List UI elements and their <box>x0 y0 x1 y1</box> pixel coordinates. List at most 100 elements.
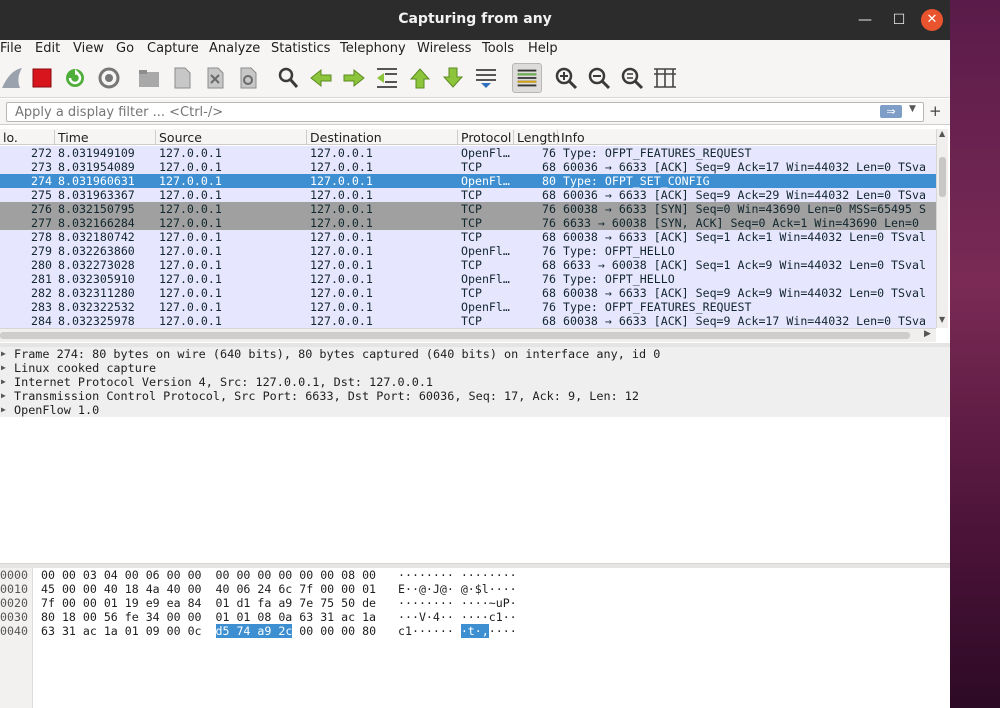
packet-time: 8.032263860 <box>58 244 135 258</box>
find-packet-icon[interactable] <box>276 66 300 90</box>
go-to-packet-icon[interactable] <box>375 66 399 90</box>
expand-arrow-icon[interactable]: ▶ <box>1 389 6 403</box>
open-file-icon[interactable] <box>137 66 161 90</box>
go-last-icon[interactable] <box>441 66 465 90</box>
filter-history-dropdown-icon[interactable]: ▼ <box>909 104 916 114</box>
colorize-icon[interactable] <box>512 63 542 93</box>
window-title: Capturing from any <box>398 11 552 27</box>
packet-row[interactable]: 280 8.032273028 127.0.0.1 127.0.0.1 TCP 68 663… <box>0 258 936 272</box>
go-back-icon[interactable] <box>309 66 333 90</box>
column-header-info[interactable]: Info <box>558 130 936 145</box>
scrollbar-thumb[interactable] <box>939 157 946 197</box>
detail-row-linux-cooked[interactable]: ▶ Linux cooked capture <box>0 361 950 375</box>
packet-row[interactable]: 278 8.032180742 127.0.0.1 127.0.0.1 TCP 68 600… <box>0 230 936 244</box>
detail-row-frame[interactable]: ▶ Frame 274: 80 bytes on wire (640 bits),… <box>0 347 950 361</box>
zoom-normal-icon[interactable] <box>620 66 644 90</box>
menu-statistics[interactable]: Statistics <box>271 41 330 56</box>
packet-source: 127.0.0.1 <box>159 300 222 314</box>
packet-row[interactable]: 272 8.031949109 127.0.0.1 127.0.0.1 OpenFl… 7… <box>0 146 936 160</box>
expand-arrow-icon[interactable]: ▶ <box>1 403 6 417</box>
reload-file-icon[interactable] <box>236 66 260 90</box>
save-file-icon[interactable] <box>170 66 194 90</box>
packet-row[interactable]: 276 8.032150795 127.0.0.1 127.0.0.1 TCP 76 600… <box>0 202 936 216</box>
close-icon[interactable]: ✕ <box>921 9 943 31</box>
bytes-ascii[interactable]: c1······ ·t·,···· <box>398 624 517 638</box>
go-first-icon[interactable] <box>408 66 432 90</box>
packet-info: Type: OFPT_SET_CONFIG <box>563 174 710 188</box>
scroll-down-icon[interactable]: ▼ <box>939 315 945 324</box>
column-header-protocol[interactable]: Protocol <box>458 130 514 145</box>
packet-length: 68 <box>542 314 556 328</box>
packet-row[interactable]: 273 8.031954089 127.0.0.1 127.0.0.1 TCP 68 600… <box>0 160 936 174</box>
menu-telephony[interactable]: Telephony <box>340 41 406 56</box>
column-header-time[interactable]: Time <box>55 130 156 145</box>
packet-row[interactable]: 275 8.031963367 127.0.0.1 127.0.0.1 TCP 68 600… <box>0 188 936 202</box>
close-file-icon[interactable] <box>203 66 227 90</box>
autoscroll-icon[interactable] <box>474 66 498 90</box>
bytes-row[interactable]: 0020 7f 00 00 01 19 e9 ea 84 01 d1 fa a9… <box>0 596 517 610</box>
go-forward-icon[interactable] <box>342 66 366 90</box>
bytes-row[interactable]: 0030 80 18 00 56 fe 34 00 00 01 01 08 0a… <box>0 610 517 624</box>
packet-row[interactable]: 281 8.032305910 127.0.0.1 127.0.0.1 OpenFl… 7… <box>0 272 936 286</box>
packet-source: 127.0.0.1 <box>159 174 222 188</box>
menu-view[interactable]: View <box>73 41 104 56</box>
scroll-right-icon[interactable]: ▶ <box>924 329 931 339</box>
packet-source: 127.0.0.1 <box>159 188 222 202</box>
detail-row-tcp[interactable]: ▶ Transmission Control Protocol, Src Port… <box>0 389 950 403</box>
column-header-source[interactable]: Source <box>156 130 307 145</box>
packet-length: 68 <box>542 188 556 202</box>
packet-row[interactable]: 284 8.032325978 127.0.0.1 127.0.0.1 TCP 68 600… <box>0 314 936 328</box>
shark-fin-start-icon[interactable] <box>0 66 24 90</box>
add-filter-button[interactable]: + <box>929 102 942 120</box>
column-header-length[interactable]: Length <box>514 130 560 145</box>
menu-go[interactable]: Go <box>116 41 134 56</box>
packet-protocol: TCP <box>461 286 482 300</box>
packet-row[interactable]: 279 8.032263860 127.0.0.1 127.0.0.1 OpenFl… 7… <box>0 244 936 258</box>
resize-columns-icon[interactable] <box>653 66 677 90</box>
packet-row[interactable]: 274 8.031960631 127.0.0.1 127.0.0.1 OpenFl… 8… <box>0 174 936 188</box>
packet-protocol: TCP <box>461 230 482 244</box>
packet-list-horizontal-scrollbar[interactable]: ▶ <box>0 328 936 342</box>
expand-arrow-icon[interactable]: ▶ <box>1 347 6 361</box>
packet-row[interactable]: 283 8.032322532 127.0.0.1 127.0.0.1 OpenFl… 7… <box>0 300 936 314</box>
menu-capture[interactable]: Capture <box>147 41 199 56</box>
packet-list[interactable]: 272 8.031949109 127.0.0.1 127.0.0.1 OpenFl… 7… <box>0 146 936 328</box>
apply-filter-button[interactable]: ⇒ <box>880 105 902 118</box>
bytes-row[interactable]: 0000 00 00 03 04 00 06 00 00 00 00 00 00… <box>0 568 517 582</box>
packet-row[interactable]: 277 8.032166284 127.0.0.1 127.0.0.1 TCP 76 663… <box>0 216 936 230</box>
menu-help[interactable]: Help <box>528 41 558 56</box>
menu-analyze[interactable]: Analyze <box>209 41 260 56</box>
stop-capture-icon[interactable] <box>30 66 54 90</box>
zoom-out-icon[interactable] <box>587 66 611 90</box>
menu-bar: File Edit View Go Capture Analyze Statis… <box>0 40 950 59</box>
title-bar[interactable]: Capturing from any — ☐ ✕ <box>0 0 950 40</box>
column-header-no[interactable]: lo. <box>0 130 55 145</box>
bytes-hex[interactable]: 63 31 ac 1a 01 09 00 0c d5 74 a9 2c 00 0… <box>41 624 376 638</box>
expand-arrow-icon[interactable]: ▶ <box>1 375 6 389</box>
packet-destination: 127.0.0.1 <box>310 244 373 258</box>
bytes-row[interactable]: 0040 63 31 ac 1a 01 09 00 0c d5 74 a9 2c… <box>0 624 517 638</box>
highlighted-ascii[interactable]: ·t·, <box>460 624 489 638</box>
packet-protocol: TCP <box>461 258 482 272</box>
menu-file[interactable]: File <box>0 41 22 56</box>
menu-wireless[interactable]: Wireless <box>417 41 471 56</box>
expand-arrow-icon[interactable]: ▶ <box>1 361 6 375</box>
packet-length: 76 <box>542 146 556 160</box>
packet-row[interactable]: 282 8.032311280 127.0.0.1 127.0.0.1 TCP 68 600… <box>0 286 936 300</box>
detail-row-ipv4[interactable]: ▶ Internet Protocol Version 4, Src: 127.0… <box>0 375 950 389</box>
column-header-destination[interactable]: Destination <box>307 130 458 145</box>
maximize-icon[interactable]: ☐ <box>888 9 910 31</box>
menu-edit[interactable]: Edit <box>35 41 60 56</box>
packet-list-vertical-scrollbar[interactable]: ▲ ▼ <box>936 129 948 328</box>
scroll-up-icon[interactable]: ▲ <box>939 129 945 138</box>
zoom-in-icon[interactable] <box>554 66 578 90</box>
detail-row-openflow[interactable]: ▶ OpenFlow 1.0 <box>0 403 950 417</box>
bytes-row[interactable]: 0010 45 00 00 40 18 4a 40 00 40 06 24 6c… <box>0 582 517 596</box>
display-filter-input[interactable] <box>6 102 924 122</box>
restart-capture-icon[interactable] <box>63 66 87 90</box>
minimize-icon[interactable]: — <box>854 9 876 31</box>
highlighted-bytes[interactable]: d5 74 a9 2c <box>215 624 293 638</box>
capture-options-icon[interactable] <box>97 66 121 90</box>
menu-tools[interactable]: Tools <box>482 41 514 56</box>
scrollbar-thumb[interactable] <box>0 332 910 339</box>
